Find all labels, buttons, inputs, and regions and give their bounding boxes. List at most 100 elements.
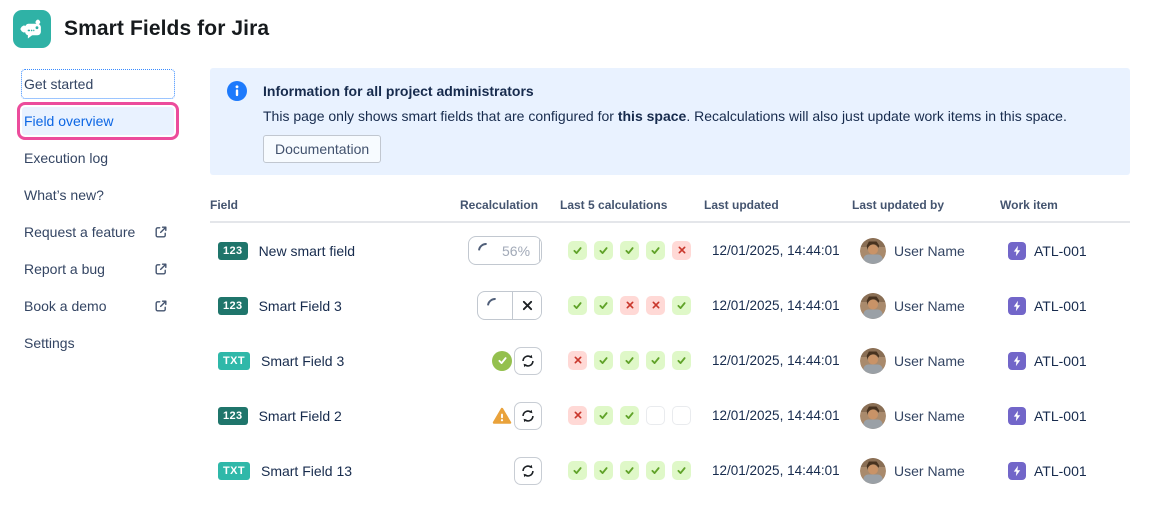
table-row: TXT Smart Field 13 12/01/2025, 14:44:01 …: [210, 443, 1130, 498]
work-item-key[interactable]: ATL-001: [1034, 463, 1087, 479]
calc-result-ok: [568, 295, 587, 315]
user-avatar: [860, 347, 886, 374]
sidebar-item-execution-log[interactable]: Execution log: [22, 144, 174, 172]
field-name: Smart Field 3: [260, 352, 345, 369]
last5-cell: [568, 350, 712, 371]
last5-cell: [568, 240, 712, 261]
work-item-key[interactable]: ATL-001: [1034, 353, 1087, 369]
column-header[interactable]: Recalculation: [460, 198, 560, 212]
recalculation-cell: 56%: [468, 236, 568, 265]
refresh-button[interactable]: [514, 401, 542, 430]
last5-results: [568, 240, 691, 260]
column-header[interactable]: Last updated: [704, 198, 852, 212]
work-item-key[interactable]: ATL-001: [1034, 243, 1087, 259]
page: Smart Fields for Jira Get started Field …: [0, 0, 1155, 519]
calc-result-ok: [646, 460, 665, 480]
table-row: 123 Smart Field 3 12/01/2025, 14:44:01 U…: [210, 278, 1130, 333]
user-avatar: [860, 457, 886, 484]
column-header[interactable]: Work item: [1000, 198, 1130, 212]
refresh-button[interactable]: [514, 456, 542, 485]
calc-result-ok: [672, 350, 691, 370]
sidebar-item-settings[interactable]: Settings: [22, 329, 174, 357]
external-link-icon: [154, 225, 168, 239]
work-item-cell: ATL-001: [1008, 461, 1130, 480]
sidebar-item-label: What’s new?: [24, 187, 104, 203]
sidebar-item-label: Execution log: [24, 150, 109, 166]
last5-results: [568, 350, 691, 370]
external-link-icon: [154, 262, 168, 276]
last-updated-by-cell: User Name: [860, 237, 1008, 264]
calc-result-ok: [594, 405, 613, 425]
last5-cell: [568, 295, 712, 316]
user-avatar: [860, 237, 886, 264]
column-header[interactable]: Last 5 calculations: [560, 198, 704, 212]
cancel-recalculation-button[interactable]: [512, 292, 541, 319]
sidebar-item-book-a-demo[interactable]: Book a demo: [22, 292, 174, 320]
work-item-key[interactable]: ATL-001: [1034, 298, 1087, 314]
lightning-bolt-icon: [1008, 351, 1026, 370]
field-cell: TXT Smart Field 13: [218, 461, 468, 480]
calc-result-ok: [594, 350, 613, 370]
spinner-icon: [474, 239, 498, 262]
sidebar-item-label: Settings: [24, 335, 75, 351]
field-type-badge: 123: [218, 296, 248, 315]
documentation-button[interactable]: Documentation: [263, 135, 382, 163]
field-cell: 123 Smart Field 3: [218, 296, 468, 315]
lightning-bolt-icon: [1008, 461, 1026, 480]
user-avatar: [860, 292, 886, 319]
sidebar-item-get-started[interactable]: Get started: [21, 69, 175, 99]
field-type-badge: 123: [218, 406, 248, 425]
user-name: User Name: [894, 407, 965, 424]
table-row: TXT Smart Field 3 12/01/2025, 14:44:01 U…: [210, 333, 1130, 388]
recalculation-cell: [468, 456, 568, 485]
last5-results: [568, 405, 691, 425]
calc-result-ok: [672, 460, 691, 480]
calc-result-fail: [568, 350, 587, 370]
progress-segment: 56%: [469, 237, 539, 264]
user-name: User Name: [894, 352, 965, 369]
field-type-badge: TXT: [218, 351, 250, 370]
calc-result-empty: [672, 405, 691, 425]
sidebar-item-label: Book a demo: [24, 298, 107, 314]
last-updated-value: 12/01/2025, 14:44:01: [712, 352, 840, 368]
refresh-button[interactable]: [514, 346, 542, 375]
last-updated-value: 12/01/2025, 14:44:01: [712, 242, 840, 258]
sidebar-item-label: Field overview: [24, 113, 114, 129]
recalculation-status: [492, 346, 542, 375]
last-updated-cell: 12/01/2025, 14:44:01: [712, 297, 860, 315]
banner-title: Information for all project administrato…: [263, 83, 534, 99]
last5-cell: [568, 460, 712, 481]
success-status-icon: [492, 350, 512, 371]
sidebar: Get started Field overview Execution log…: [17, 69, 179, 366]
sidebar-item-label: Get started: [24, 76, 94, 92]
app-logo-icon: [13, 10, 51, 48]
column-header[interactable]: Last updated by: [852, 198, 1000, 212]
table-row: 123 Smart Field 2 12/01/2025, 14:44:01 U…: [210, 388, 1130, 443]
field-type-badge: 123: [218, 241, 248, 260]
calc-result-ok: [646, 240, 665, 260]
calc-result-ok: [672, 295, 691, 315]
sidebar-item-request-a-feature[interactable]: Request a feature: [22, 218, 174, 246]
last-updated-value: 12/01/2025, 14:44:01: [712, 297, 840, 313]
recalculation-cell: [468, 401, 568, 430]
calc-result-ok: [620, 350, 639, 370]
calc-result-ok: [594, 240, 613, 260]
calc-result-ok: [568, 240, 587, 260]
spinner-icon: [483, 294, 507, 317]
sidebar-item-field-overview[interactable]: Field overview: [17, 102, 179, 140]
progress-segment: [478, 292, 512, 319]
column-header[interactable]: Field: [210, 198, 460, 212]
calc-result-ok: [568, 460, 587, 480]
cancel-recalculation-button[interactable]: [539, 237, 541, 264]
sidebar-item-label: Report a bug: [24, 261, 105, 277]
main-content: Information for all project administrato…: [210, 68, 1130, 498]
sidebar-item-report-a-bug[interactable]: Report a bug: [22, 255, 174, 283]
last-updated-cell: 12/01/2025, 14:44:01: [712, 407, 860, 425]
field-name: Smart Field 3: [258, 297, 342, 314]
sidebar-item-what-s-new[interactable]: What’s new?: [22, 181, 174, 209]
calc-result-fail: [672, 240, 691, 260]
work-item-key[interactable]: ATL-001: [1034, 408, 1087, 424]
calc-result-ok: [646, 350, 665, 370]
external-link-icon: [154, 299, 168, 313]
table-row: 123 New smart field 56% 12/01/2025, 14:4…: [210, 223, 1130, 278]
